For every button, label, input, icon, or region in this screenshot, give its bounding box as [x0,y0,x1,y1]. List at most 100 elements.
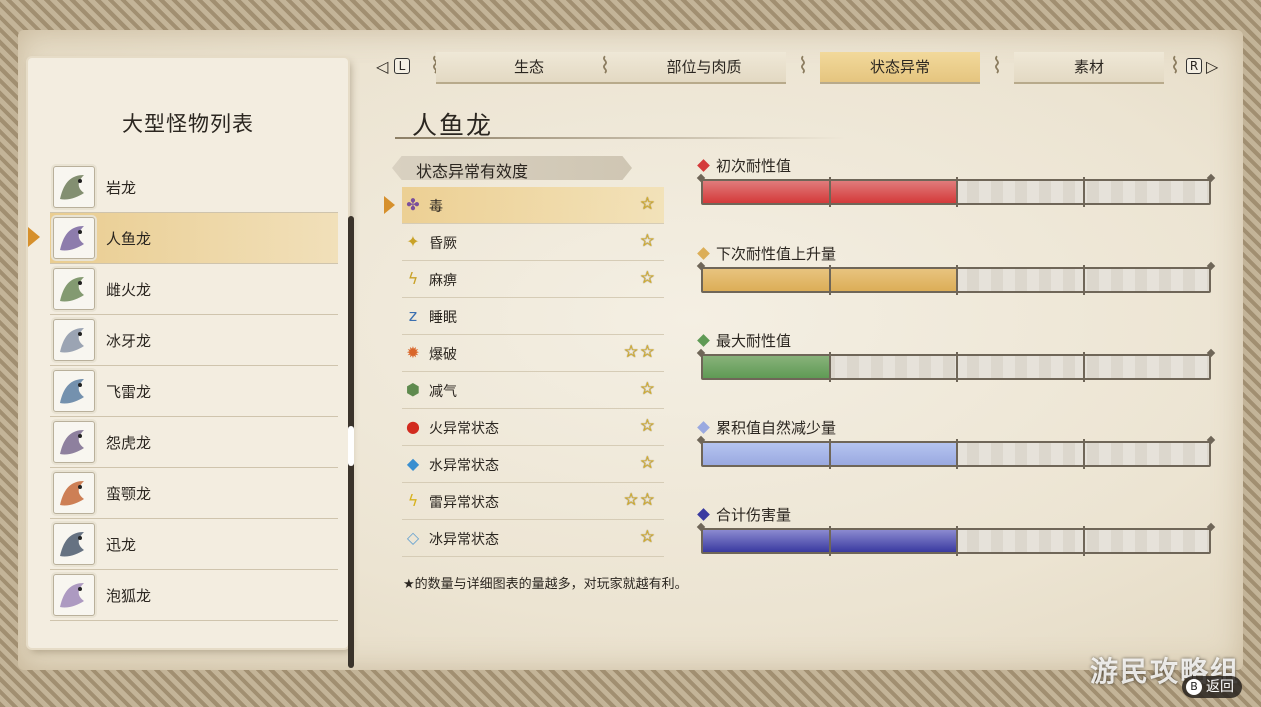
diamond-icon [697,508,710,521]
fireblight-icon: ● [406,417,420,436]
monster-name: 迅龙 [106,536,137,554]
ailment-row[interactable]: z 睡眠 [402,298,664,335]
list-title: 大型怪物列表 [122,112,254,136]
ailment-name: 麻痹 [429,273,457,289]
chart-bar [696,173,1216,207]
tab-materials[interactable]: 素材 [1014,52,1164,84]
chart-label: 累积值自然减少量 [697,417,836,438]
ailment-name: 火异常状态 [429,421,499,437]
chart-label: 最大耐性值 [697,330,791,351]
chart-label-text: 初次耐性值 [716,157,792,175]
star-rating: ☆ [639,231,656,251]
exhaust-icon: ⬢ [406,380,420,399]
chart-label: 下次耐性值上升量 [697,243,836,264]
monster-list-item[interactable]: 蛮颚龙 [50,468,338,519]
monster-portrait-icon [53,574,95,616]
bar-divider [956,526,958,556]
monster-portrait-icon [53,166,95,208]
iceblight-icon: ◇ [406,528,420,547]
tab-left-arrow-icon: ◁ [376,57,389,76]
monster-name: 怨虎龙 [106,434,152,452]
tab-status[interactable]: 状态异常 [820,52,980,84]
monster-portrait-icon [53,370,95,412]
bar-divider [1083,439,1085,469]
monster-list-item[interactable]: 飞雷龙 [50,366,338,417]
monster-list-item[interactable]: 雌火龙 [50,264,338,315]
monster-name: 泡狐龙 [106,587,152,605]
bar-divider [1083,526,1085,556]
ailment-row[interactable]: ⬢ 减气 ☆ [402,372,664,409]
monster-name: 蛮颚龙 [106,485,152,503]
effectiveness-header-label: 状态异常有效度 [416,162,529,181]
monster-name: 雌火龙 [106,281,152,299]
ailment-name: 爆破 [429,347,457,363]
ailment-name: 睡眠 [429,310,457,326]
bar-divider [1083,177,1085,207]
chart-bar [696,261,1216,295]
chart-label-text: 下次耐性值上升量 [716,245,837,263]
ailment-row[interactable]: ● 火异常状态 ☆ [402,409,664,446]
back-label: 返回 [1206,679,1234,695]
star-rating: ☆ [639,453,656,473]
monster-name: 飞雷龙 [106,383,152,401]
ailment-row[interactable]: ϟ 雷异常状态 ☆☆ [402,483,664,520]
star-rating: ☆☆ [623,342,656,362]
ailment-name: 水异常状态 [429,458,499,474]
bar-divider [956,177,958,207]
chart-label-text: 合计伤害量 [716,506,792,524]
monster-portrait-icon [53,523,95,565]
sleep-icon: z [408,306,418,325]
star-note: ★的数量与详细图表的量越多，对玩家就越有利。 [403,577,688,592]
bar-divider [829,352,831,382]
effectiveness-header: 状态异常有效度 [392,156,632,180]
monster-list: 岩龙人鱼龙雌火龙冰牙龙飞雷龙怨虎龙蛮颚龙迅龙泡狐龙 [28,162,338,621]
monster-list-item[interactable]: 迅龙 [50,519,338,570]
title-underline [395,137,845,139]
bar-divider [829,177,831,207]
tab-parts[interactable]: 部位与肉质 [622,52,786,84]
monster-portrait-icon [53,217,95,259]
ailment-row[interactable]: ✤ 毒 ☆ [384,187,664,224]
star-rating: ☆ [639,416,656,436]
monster-name: 岩龙 [106,179,137,197]
tab-left-button[interactable]: L [394,58,410,74]
monster-list-item[interactable]: 冰牙龙 [50,315,338,366]
monster-portrait-icon [53,268,95,310]
stun-icon: ✦ [406,232,420,251]
star-rating: ☆ [639,268,656,288]
star-rating: ☆☆ [623,490,656,510]
star-rating: ☆ [639,527,656,547]
blast-icon: ✹ [406,343,420,362]
list-scrollbar[interactable] [348,216,354,668]
tab-right-button[interactable]: R [1186,58,1202,74]
paralysis-icon: ϟ [407,269,419,288]
back-button[interactable]: B 返回 [1182,676,1242,698]
tab-divider-icon: ⌇ [991,54,1003,79]
diamond-icon [697,159,710,172]
monster-portrait-icon [53,472,95,514]
bar-divider [829,439,831,469]
monster-list-item[interactable]: 岩龙 [50,162,338,213]
diamond-icon [697,334,710,347]
scroll-thumb[interactable] [348,426,354,466]
monster-list-item[interactable]: 人鱼龙 [28,213,338,264]
tab-divider-icon: ⌇ [599,54,611,79]
monster-name: 人鱼龙 [106,230,152,248]
thunderblight-icon: ϟ [407,491,419,510]
ailment-row[interactable]: ϟ 麻痹 ☆ [402,261,664,298]
bar-divider [829,265,831,295]
ailment-name: 昏厥 [429,236,457,252]
chart-label-text: 累积值自然减少量 [716,419,837,437]
monster-list-panel: 大型怪物列表 岩龙人鱼龙雌火龙冰牙龙飞雷龙怨虎龙蛮颚龙迅龙泡狐龙 [28,58,354,668]
ailment-row[interactable]: ✦ 昏厥 ☆ [402,224,664,261]
ailment-row[interactable]: ◇ 冰异常状态 ☆ [402,520,664,557]
selection-arrow-icon [28,227,40,247]
tab-bar: ◁ L ⌇ 生态 ⌇ 部位与肉质 ⌇ 状态异常 ⌇ 素材 ⌇ R ▷ [376,52,1228,84]
monster-list-item[interactable]: 怨虎龙 [50,417,338,468]
star-rating: ☆ [639,194,656,214]
ailment-row[interactable]: ✹ 爆破 ☆☆ [402,335,664,372]
ailment-name: 冰异常状态 [429,532,499,548]
monster-list-item[interactable]: 泡狐龙 [50,570,338,621]
ailment-row[interactable]: ◆ 水异常状态 ☆ [402,446,664,483]
chart-label: 合计伤害量 [697,504,791,525]
